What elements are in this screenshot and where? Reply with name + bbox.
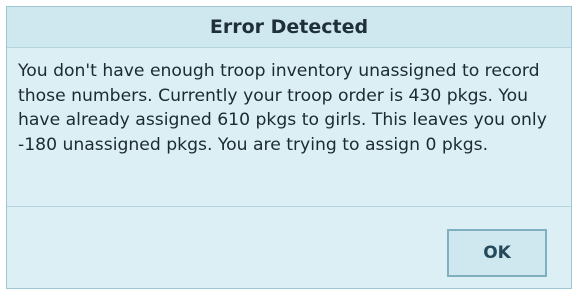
error-message: You don't have enough troop inventory un…: [18, 61, 547, 155]
dialog-title-bar: Error Detected: [7, 7, 571, 48]
error-dialog: Error Detected You don't have enough tro…: [6, 6, 572, 289]
ok-button-label: OK: [483, 243, 511, 263]
dialog-divider: [7, 206, 571, 207]
ok-button[interactable]: OK: [447, 229, 547, 277]
dialog-title: Error Detected: [209, 16, 369, 38]
